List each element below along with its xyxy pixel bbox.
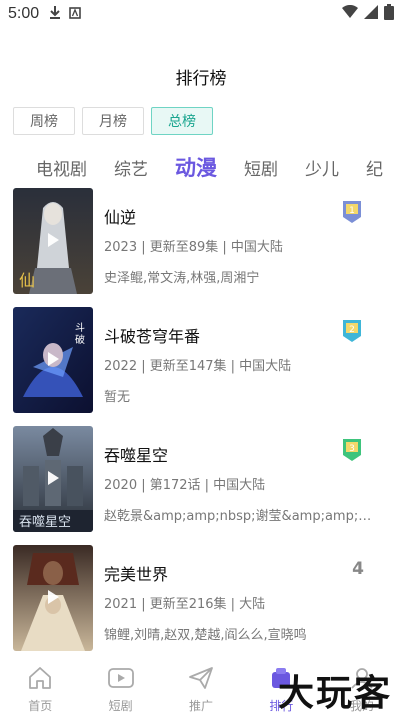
rank-number: 4 bbox=[352, 559, 364, 579]
download-icon bbox=[49, 5, 61, 23]
tab-monthly[interactable]: 月榜 bbox=[82, 107, 144, 135]
poster-image[interactable]: 斗 破 bbox=[13, 307, 93, 413]
page-title: 排行榜 bbox=[175, 69, 227, 89]
wifi-icon bbox=[342, 4, 358, 23]
item-cast: 史泽鲲,常文涛,林强,周湘宁 bbox=[104, 271, 260, 286]
play-box-icon bbox=[107, 666, 135, 694]
tab-overall[interactable]: 总榜 bbox=[151, 107, 213, 135]
tab-category-partial[interactable]: ： bbox=[0, 155, 9, 180]
status-time: 5:00 bbox=[8, 4, 40, 22]
item-meta: 2022 | 更新至147集 | 中国大陆 bbox=[104, 359, 292, 374]
svg-text:斗: 斗 bbox=[75, 322, 85, 334]
tab-home[interactable]: 首页 bbox=[0, 660, 80, 716]
item-cast: 锦鲤,刘晴,赵双,楚越,阎么么,宣晓鸣 bbox=[104, 628, 307, 643]
item-cast: 暂无 bbox=[104, 390, 131, 405]
home-icon bbox=[27, 666, 53, 694]
poster-image[interactable]: 吞噬星空 bbox=[13, 426, 93, 532]
poster-image[interactable]: 仙 bbox=[13, 188, 93, 294]
tab-short-video[interactable]: 短剧 bbox=[80, 660, 160, 716]
signal-icon bbox=[364, 4, 378, 23]
app-notification-icon bbox=[69, 5, 81, 23]
item-title: 仙逆 bbox=[104, 208, 137, 227]
play-icon bbox=[48, 471, 59, 485]
list-item[interactable]: 仙 仙逆 2023 | 更新至89集 | 中国大陆 史泽鲲,常文涛,林强,周湘宁… bbox=[0, 188, 402, 307]
tab-weekly[interactable]: 周榜 bbox=[13, 107, 75, 135]
tab-documentary[interactable]: 纪 bbox=[366, 155, 383, 180]
svg-text:破: 破 bbox=[75, 333, 85, 346]
tab-home-label: 首页 bbox=[28, 699, 53, 713]
item-meta: 2020 | 第172话 | 中国大陆 bbox=[104, 478, 266, 493]
rank-badge-icon: 1 bbox=[342, 200, 362, 224]
item-meta: 2021 | 更新至216集 | 大陆 bbox=[104, 597, 266, 612]
list-item[interactable]: 吞噬星空 吞噬星空 2020 | 第172话 | 中国大陆 赵乾景&amp;am… bbox=[0, 426, 402, 545]
list-item[interactable]: 斗 破 斗破苍穹年番 2022 | 更新至147集 | 中国大陆 暂无 2 bbox=[0, 307, 402, 426]
play-icon bbox=[48, 233, 59, 247]
svg-text:2: 2 bbox=[349, 325, 355, 335]
rank-badge-icon: 3 bbox=[342, 438, 362, 462]
tab-short-video-label: 短剧 bbox=[108, 699, 133, 713]
tab-short-drama[interactable]: 短剧 bbox=[244, 155, 278, 180]
tab-anime[interactable]: 动漫 bbox=[175, 152, 217, 182]
item-title: 吞噬星空 bbox=[104, 446, 169, 465]
poster-image[interactable] bbox=[13, 545, 93, 651]
watermark-logo: 大玩客 bbox=[277, 673, 392, 714]
svg-text:3: 3 bbox=[349, 444, 355, 454]
list-item[interactable]: 完美世界 2021 | 更新至216集 | 大陆 锦鲤,刘晴,赵双,楚越,阎么么… bbox=[0, 545, 402, 664]
category-tabs: ： 电视剧 综艺 动漫 短剧 少儿 纪 bbox=[0, 150, 402, 184]
item-title: 完美世界 bbox=[104, 565, 169, 584]
tab-tv-series[interactable]: 电视剧 bbox=[36, 155, 87, 180]
paper-plane-icon bbox=[188, 666, 214, 694]
item-title: 斗破苍穹年番 bbox=[104, 327, 201, 346]
svg-text:仙: 仙 bbox=[19, 271, 35, 290]
period-tabs: 周榜 月榜 总榜 bbox=[13, 107, 213, 135]
item-cast: 赵乾景&amp;amp;nbsp;谢莹&amp;amp;nbsp; bbox=[104, 509, 376, 524]
svg-text:1: 1 bbox=[349, 206, 355, 216]
tab-promote-label: 推广 bbox=[189, 699, 214, 713]
play-icon bbox=[48, 352, 59, 366]
item-meta: 2023 | 更新至89集 | 中国大陆 bbox=[104, 240, 283, 255]
ranking-list: 仙 仙逆 2023 | 更新至89集 | 中国大陆 史泽鲲,常文涛,林强,周湘宁… bbox=[0, 188, 402, 664]
svg-text:吞噬星空: 吞噬星空 bbox=[19, 515, 71, 530]
battery-icon bbox=[384, 3, 394, 24]
tab-kids[interactable]: 少儿 bbox=[305, 155, 339, 180]
tab-promote[interactable]: 推广 bbox=[161, 660, 241, 716]
rank-badge-icon: 2 bbox=[342, 319, 362, 343]
status-bar: 5:00 bbox=[0, 0, 402, 27]
play-icon bbox=[48, 590, 59, 604]
tab-variety[interactable]: 综艺 bbox=[114, 155, 148, 180]
